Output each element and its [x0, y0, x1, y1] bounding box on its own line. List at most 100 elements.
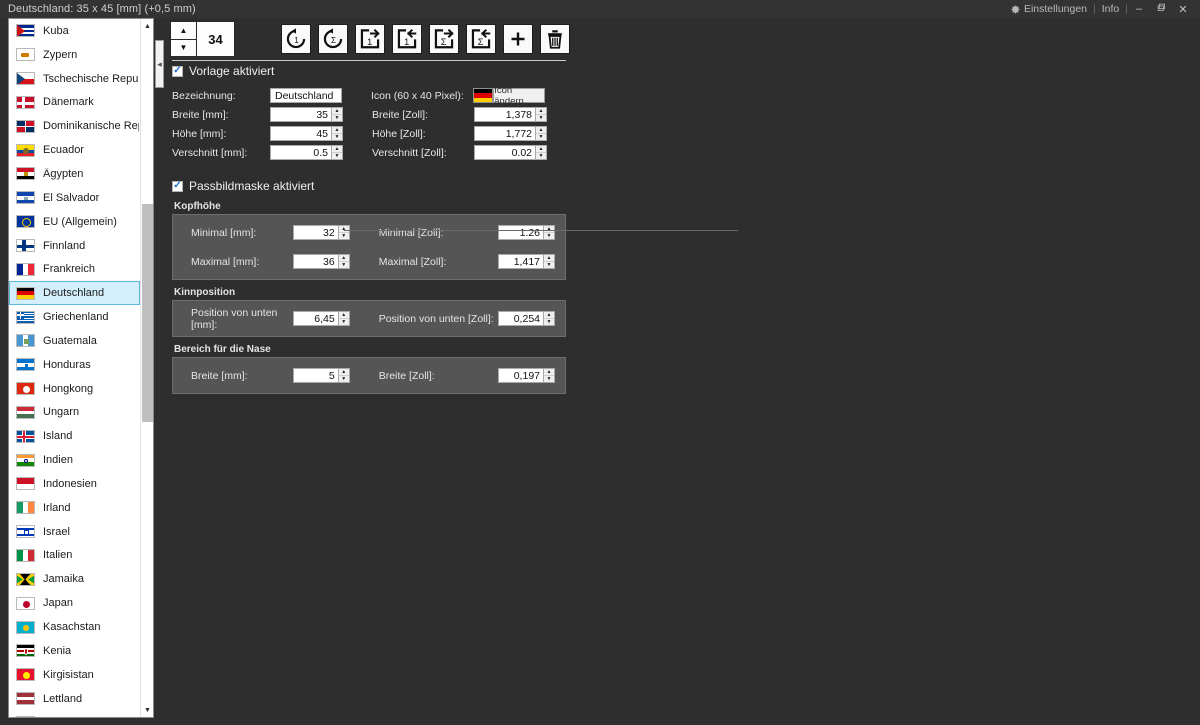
breite-zoll-input[interactable]: 1,378 [474, 107, 536, 122]
breite-mm-stepper[interactable]: ▲ ▼ [332, 107, 343, 122]
minimize-button[interactable]: – [1128, 3, 1150, 15]
list-item-is[interactable]: Island [9, 424, 140, 448]
list-item-hk[interactable]: Hongkong [9, 377, 140, 401]
list-item-cy[interactable]: Zypern [9, 43, 140, 67]
nase-mm-stepper[interactable]: ▲ ▼ [338, 368, 350, 383]
kopf-maximal-zoll-stepper[interactable]: ▲ ▼ [544, 254, 555, 269]
nase-zoll-input[interactable]: 0,197 [498, 368, 544, 383]
kopf-maximal-mm-stepper[interactable]: ▲ ▼ [338, 254, 350, 269]
list-item-it[interactable]: Italien [9, 544, 140, 568]
kopf-maximal-zoll-group[interactable]: 1,417 ▲ ▼ [498, 254, 555, 269]
kinn-zoll-stepper[interactable]: ▲ ▼ [544, 311, 555, 326]
list-item-hn[interactable]: Honduras [9, 353, 140, 377]
restore-button[interactable] [1150, 3, 1172, 15]
list-item-il[interactable]: Israel [9, 520, 140, 544]
list-item-eg[interactable]: Ägypten [9, 162, 140, 186]
kopf-minimal-zoll-group[interactable]: 1.26 ▲ ▼ [498, 225, 555, 240]
nase-mm-input[interactable]: 5 [292, 368, 339, 383]
spinner-arrows[interactable]: ▲ ▼ [171, 22, 197, 56]
kopf-maximal-zoll-input[interactable]: 1,417 [498, 254, 544, 269]
info-button[interactable]: Info [1096, 0, 1126, 18]
icon-change-button[interactable]: Icon ändern [493, 85, 545, 107]
spinner-down-icon[interactable]: ▼ [171, 40, 196, 57]
export-single-icon[interactable]: 1 [392, 24, 422, 54]
list-item-gt[interactable]: Guatemala [9, 329, 140, 353]
checkbox-checked-icon-2[interactable]: ✓ [172, 180, 183, 192]
checkbox-checked-icon[interactable]: ✓ [172, 65, 183, 77]
scrollbar-thumb[interactable] [142, 204, 153, 422]
reset-single-icon[interactable]: 1 [281, 24, 311, 54]
hoehe-mm-input[interactable]: 45 [270, 126, 332, 141]
list-item-dk[interactable]: Dänemark [9, 91, 140, 115]
list-item-hu[interactable]: Ungarn [9, 401, 140, 425]
close-button[interactable]: ✕ [1172, 3, 1194, 16]
kopf-minimal-mm-group[interactable]: 32 ▲ ▼ [292, 225, 350, 240]
kopf-minimal-mm-stepper[interactable]: ▲ ▼ [338, 225, 350, 240]
list-item-de[interactable]: Deutschland [9, 281, 140, 306]
list-item-jp[interactable]: Japan [9, 591, 140, 615]
list-item-eu[interactable]: EU (Allgemein) [9, 210, 140, 234]
mask-enabled-checkbox[interactable]: ✓ Passbildmaske aktiviert [172, 179, 566, 193]
list-item-cu[interactable]: Kuba [9, 19, 140, 43]
list-item-ec[interactable]: Ecuador [9, 138, 140, 162]
import-single-icon[interactable]: 1 [355, 24, 385, 54]
list-item-li[interactable]: Li [9, 710, 140, 717]
nase-zoll-group[interactable]: 0,197 ▲ ▼ [498, 368, 555, 383]
country-list[interactable]: Kuba Zypern Tschechische Republik Dänemark D… [9, 19, 140, 717]
kopf-maximal-mm-group[interactable]: 36 ▲ ▼ [292, 254, 350, 269]
list-item-jm[interactable]: Jamaika [9, 567, 140, 591]
kopf-minimal-zoll-stepper[interactable]: ▲ ▼ [544, 225, 555, 240]
panel-splitter[interactable]: ◂ [155, 18, 164, 725]
verschnitt-zoll-stepper[interactable]: ▲ ▼ [536, 145, 547, 160]
list-item-in[interactable]: Indien [9, 448, 140, 472]
kopf-minimal-mm-input[interactable]: 32 [292, 225, 339, 240]
index-spinner[interactable]: ▲ ▼ 34 [170, 21, 235, 57]
kinn-mm-group[interactable]: 6,45 ▲ ▼ [292, 311, 350, 326]
breite-zoll-stepper[interactable]: ▲ ▼ [536, 107, 547, 122]
delete-icon[interactable] [540, 24, 570, 54]
kopf-maximal-mm-input[interactable]: 36 [292, 254, 339, 269]
settings-button[interactable]: Einstellungen [1005, 0, 1093, 18]
template-enabled-checkbox[interactable]: ✓ Vorlage aktiviert [172, 64, 566, 78]
icon-change-group[interactable]: Icon ändern [473, 85, 545, 107]
breite-mm-group[interactable]: 35 ▲ ▼ [270, 107, 343, 122]
hoehe-mm-group[interactable]: 45 ▲ ▼ [270, 126, 343, 141]
list-item-sv[interactable]: El Salvador [9, 186, 140, 210]
list-item-fi[interactable]: Finnland [9, 234, 140, 258]
list-item-fr[interactable]: Frankreich [9, 257, 140, 281]
list-item-kz[interactable]: Kasachstan [9, 615, 140, 639]
list-item-ie[interactable]: Irland [9, 496, 140, 520]
kinn-zoll-input[interactable]: 0,254 [498, 311, 544, 326]
list-item-cz[interactable]: Tschechische Republik [9, 67, 140, 91]
list-item-ke[interactable]: Kenia [9, 639, 140, 663]
verschnitt-mm-group[interactable]: 0.5 ▲ ▼ [270, 145, 343, 160]
breite-zoll-group[interactable]: 1,378 ▲ ▼ [474, 107, 547, 122]
collapse-panel-button[interactable]: ◂ [155, 40, 164, 88]
bezeichnung-input[interactable]: Deutschland [270, 88, 342, 103]
breite-mm-input[interactable]: 35 [270, 107, 332, 122]
add-icon[interactable] [503, 24, 533, 54]
kopf-minimal-zoll-input[interactable]: 1.26 [498, 225, 544, 240]
reset-all-icon[interactable]: Σ [318, 24, 348, 54]
hoehe-mm-stepper[interactable]: ▲ ▼ [332, 126, 343, 141]
scroll-down-icon[interactable]: ▼ [141, 703, 153, 717]
nase-mm-group[interactable]: 5 ▲ ▼ [292, 368, 350, 383]
list-item-id[interactable]: Indonesien [9, 472, 140, 496]
hoehe-zoll-input[interactable]: 1,772 [474, 126, 536, 141]
list-item-lv[interactable]: Lettland [9, 687, 140, 711]
verschnitt-mm-stepper[interactable]: ▲ ▼ [332, 145, 343, 160]
list-item-do[interactable]: Dominikanische Republik [9, 114, 140, 138]
list-item-gr[interactable]: Griechenland [9, 305, 140, 329]
hoehe-zoll-stepper[interactable]: ▲ ▼ [536, 126, 547, 141]
hoehe-zoll-group[interactable]: 1,772 ▲ ▼ [474, 126, 547, 141]
kinn-zoll-group[interactable]: 0,254 ▲ ▼ [498, 311, 555, 326]
kinn-mm-stepper[interactable]: ▲ ▼ [338, 311, 350, 326]
kinn-mm-input[interactable]: 6,45 [292, 311, 339, 326]
nase-zoll-stepper[interactable]: ▲ ▼ [544, 368, 555, 383]
verschnitt-zoll-input[interactable]: 0.02 [474, 145, 536, 160]
list-item-kg[interactable]: Kirgisistan [9, 663, 140, 687]
verschnitt-mm-input[interactable]: 0.5 [270, 145, 332, 160]
import-all-icon[interactable]: Σ [429, 24, 459, 54]
export-all-icon[interactable]: Σ [466, 24, 496, 54]
spinner-up-icon[interactable]: ▲ [171, 22, 196, 40]
